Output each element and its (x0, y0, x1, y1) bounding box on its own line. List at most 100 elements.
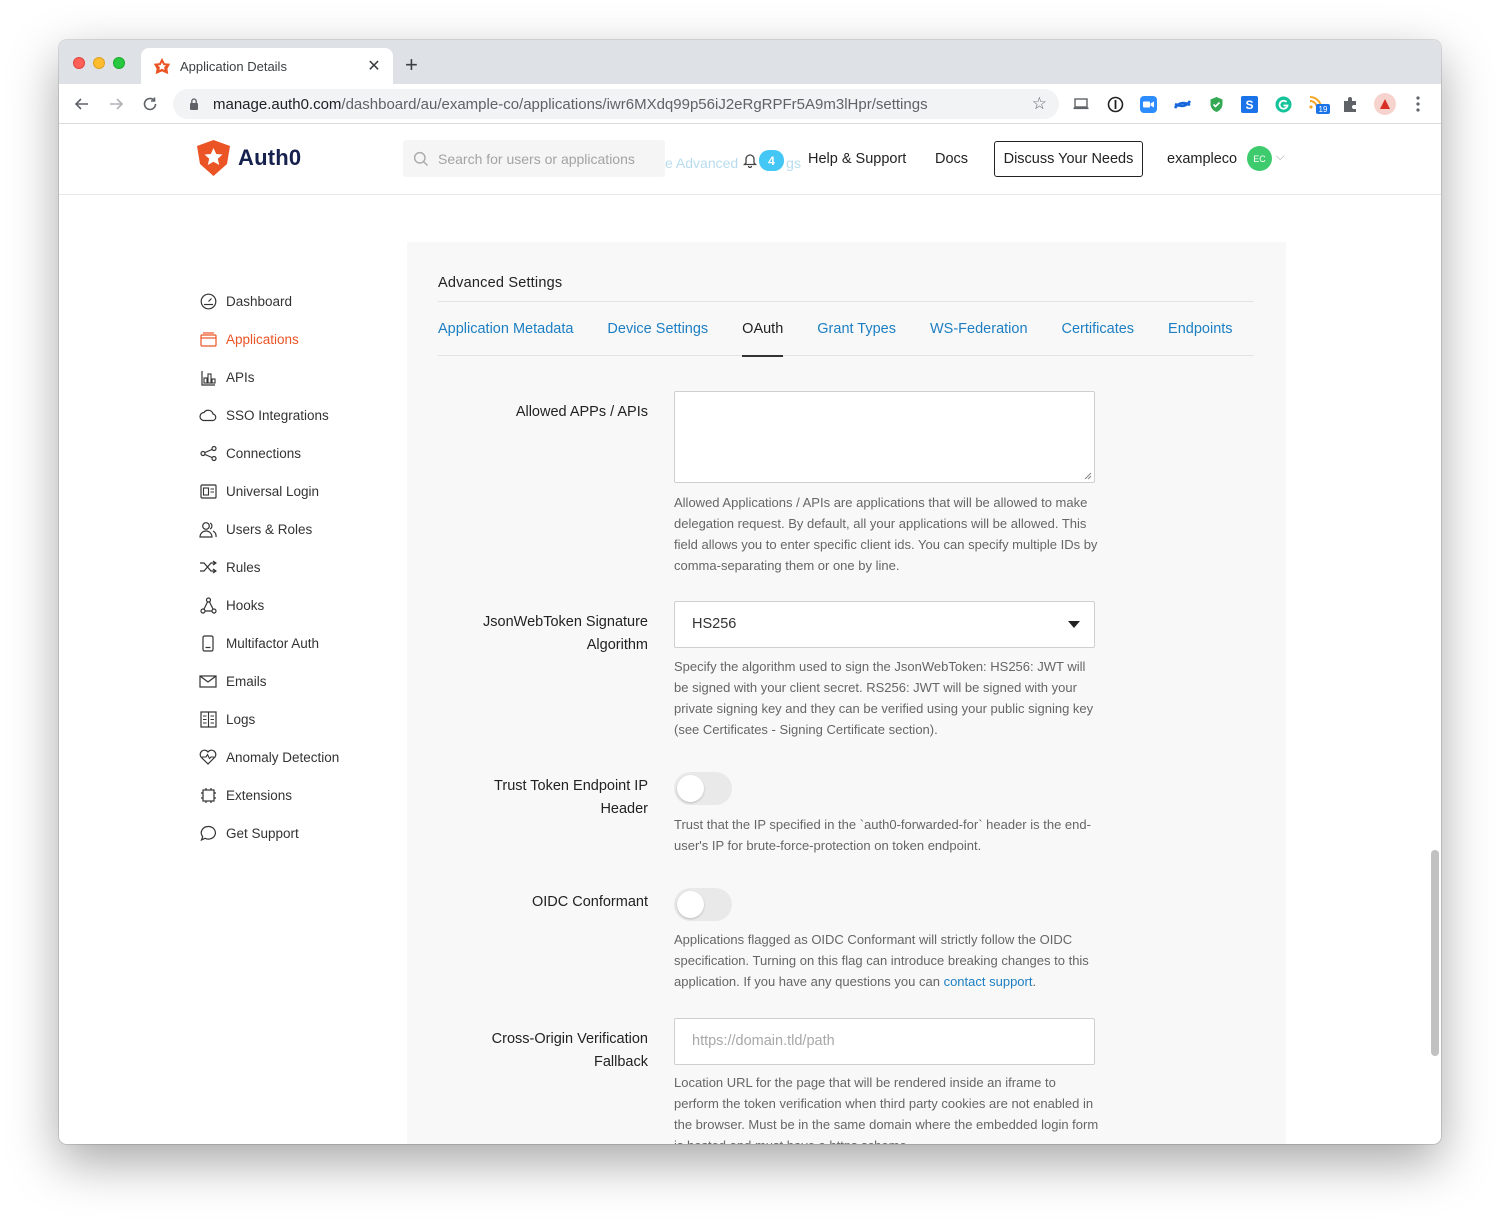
trust-ip-label: Trust Token Endpoint IP Header (438, 775, 648, 821)
close-window-button[interactable] (73, 57, 85, 69)
cloud-icon (199, 406, 217, 424)
minimize-window-button[interactable] (93, 57, 105, 69)
tab-close-icon[interactable]: ✕ (365, 56, 383, 76)
lock-icon (190, 98, 198, 110)
trust-ip-toggle[interactable] (674, 772, 732, 805)
forward-icon[interactable] (104, 92, 128, 116)
sidebar-item-label: Applications (226, 331, 299, 347)
search-input[interactable] (438, 150, 658, 167)
tenant-name[interactable]: exampleco (1167, 151, 1237, 167)
sidebar-item-sso-integrations[interactable]: SSO Integrations (199, 396, 419, 434)
sidebar-item-label: Rules (226, 559, 261, 575)
resize-handle-icon[interactable] (1084, 472, 1092, 480)
sidebar-item-dashboard[interactable]: Dashboard (199, 282, 419, 320)
login-icon (199, 482, 217, 500)
browser-tab[interactable]: Application Details ✕ (141, 48, 393, 84)
sidebar-item-label: Connections (226, 445, 302, 461)
jwt-algorithm-select[interactable]: HS256 (674, 601, 1095, 648)
profile-avatar-icon[interactable] (1374, 93, 1396, 115)
shield-extension-icon[interactable] (1207, 95, 1225, 113)
settings-tabs: Application Metadata Device Settings OAu… (438, 301, 1254, 357)
extensions-puzzle-icon[interactable] (1341, 95, 1359, 113)
sidebar-item-apis[interactable]: APIs (199, 358, 419, 396)
avatar[interactable]: EC (1247, 146, 1272, 171)
cross-origin-label-line1: Cross-Origin Verification (491, 1031, 648, 1047)
auth0-logo[interactable]: Auth0 (197, 140, 301, 176)
jwt-label-line1: JsonWebToken Signature (483, 614, 648, 630)
reload-icon[interactable] (138, 92, 162, 116)
sidebar-item-emails[interactable]: Emails (199, 662, 419, 700)
sidebar-item-extensions[interactable]: Extensions (199, 776, 419, 814)
tab-endpoints[interactable]: Endpoints (1168, 321, 1233, 337)
new-tab-icon[interactable]: + (405, 52, 418, 78)
help-support-link[interactable]: Help & Support (808, 151, 906, 167)
address-bar[interactable]: manage.auth0.com/dashboard/au/example-co… (173, 89, 1059, 119)
sidebar-item-label: Get Support (226, 825, 299, 841)
trust-ip-help: Trust that the IP specified in the `auth… (674, 817, 1091, 853)
tab-grant-types[interactable]: Grant Types (817, 321, 896, 337)
extensions-icon (199, 786, 217, 804)
sidebar-item-hooks[interactable]: Hooks (199, 586, 419, 624)
contact-support-link[interactable]: contact support (944, 974, 1033, 989)
more-menu-icon[interactable] (1409, 95, 1427, 113)
back-icon[interactable] (70, 92, 94, 116)
tab-certificates[interactable]: Certificates (1062, 321, 1135, 337)
chat-icon (199, 824, 217, 842)
url-text: manage.auth0.com/dashboard/au/example-co… (213, 96, 928, 113)
jwt-algorithm-value: HS256 (692, 616, 737, 632)
cross-origin-input[interactable] (692, 1033, 1072, 1049)
sidebar-item-multifactor-auth[interactable]: Multifactor Auth (199, 624, 419, 662)
sidebar-item-label: Emails (226, 673, 267, 689)
bookmark-star-icon[interactable]: ☆ (1032, 94, 1047, 114)
tab-device-settings[interactable]: Device Settings (607, 321, 708, 337)
chevron-down-icon[interactable]: ⌵ (1276, 151, 1284, 164)
tab-title: Application Details (180, 58, 287, 74)
video-extension-icon[interactable] (1139, 95, 1157, 113)
sidebar-item-anomaly-detection[interactable]: Anomaly Detection (199, 738, 419, 776)
tab-strip: Application Details ✕ + (59, 40, 1441, 84)
sidebar-item-users-roles[interactable]: Users & Roles (199, 510, 419, 548)
cast-icon[interactable] (1072, 95, 1090, 113)
applications-icon (199, 330, 217, 348)
cross-origin-help: Location URL for the page that will be r… (674, 1075, 1099, 1144)
sidebar-item-universal-login[interactable]: Universal Login (199, 472, 419, 510)
allowed-apps-label: Allowed APPs / APIs (515, 404, 648, 420)
sidebar-item-label: Dashboard (226, 293, 293, 309)
sidebar-item-applications[interactable]: Applications (199, 320, 419, 358)
tab-ws-federation[interactable]: WS-Federation (930, 321, 1028, 337)
docs-link[interactable]: Docs (935, 151, 968, 167)
s-extension-icon[interactable]: S (1240, 95, 1258, 113)
rss-extension-icon[interactable]: 19 (1308, 95, 1330, 114)
url-path: /dashboard/au/example-co/applications/iw… (341, 95, 928, 113)
url-host: manage.auth0.com (213, 95, 342, 113)
sidebar-nav: Dashboard Applications APIs SSO Integrat… (199, 282, 419, 852)
confluence-extension-icon[interactable] (1173, 95, 1191, 113)
tab-oauth[interactable]: OAuth (742, 321, 784, 357)
sidebar-item-label: Extensions (226, 787, 293, 803)
sidebar-item-connections[interactable]: Connections (199, 434, 419, 472)
tab-application-metadata[interactable]: Application Metadata (438, 321, 573, 337)
info-extension-icon[interactable] (1106, 95, 1124, 113)
page-scrollbar[interactable] (1431, 850, 1439, 1056)
sidebar-item-logs[interactable]: Logs (199, 700, 419, 738)
phone-icon (199, 634, 217, 652)
bell-icon[interactable] (742, 152, 758, 168)
allowed-apps-textarea[interactable] (674, 391, 1095, 483)
oidc-help: Applications flagged as OIDC Conformant … (674, 929, 1099, 992)
dashboard-icon (199, 292, 217, 310)
sidebar-item-label: Logs (226, 711, 256, 727)
section-title: Advanced Settings (438, 275, 563, 291)
mail-icon (199, 672, 217, 690)
auth0-favicon-icon (153, 57, 171, 75)
global-search[interactable] (403, 140, 665, 177)
maximize-window-button[interactable] (113, 57, 125, 69)
cross-origin-field[interactable] (674, 1018, 1095, 1065)
sidebar-item-rules[interactable]: Rules (199, 548, 419, 586)
users-icon (199, 520, 217, 538)
grammarly-extension-icon[interactable] (1274, 95, 1292, 113)
oidc-toggle[interactable] (674, 888, 732, 921)
notification-count-badge[interactable]: 4 (759, 150, 784, 171)
sidebar-item-label: Anomaly Detection (226, 749, 340, 765)
sidebar-item-get-support[interactable]: Get Support (199, 814, 419, 852)
discuss-needs-button[interactable]: Discuss Your Needs (994, 141, 1143, 177)
